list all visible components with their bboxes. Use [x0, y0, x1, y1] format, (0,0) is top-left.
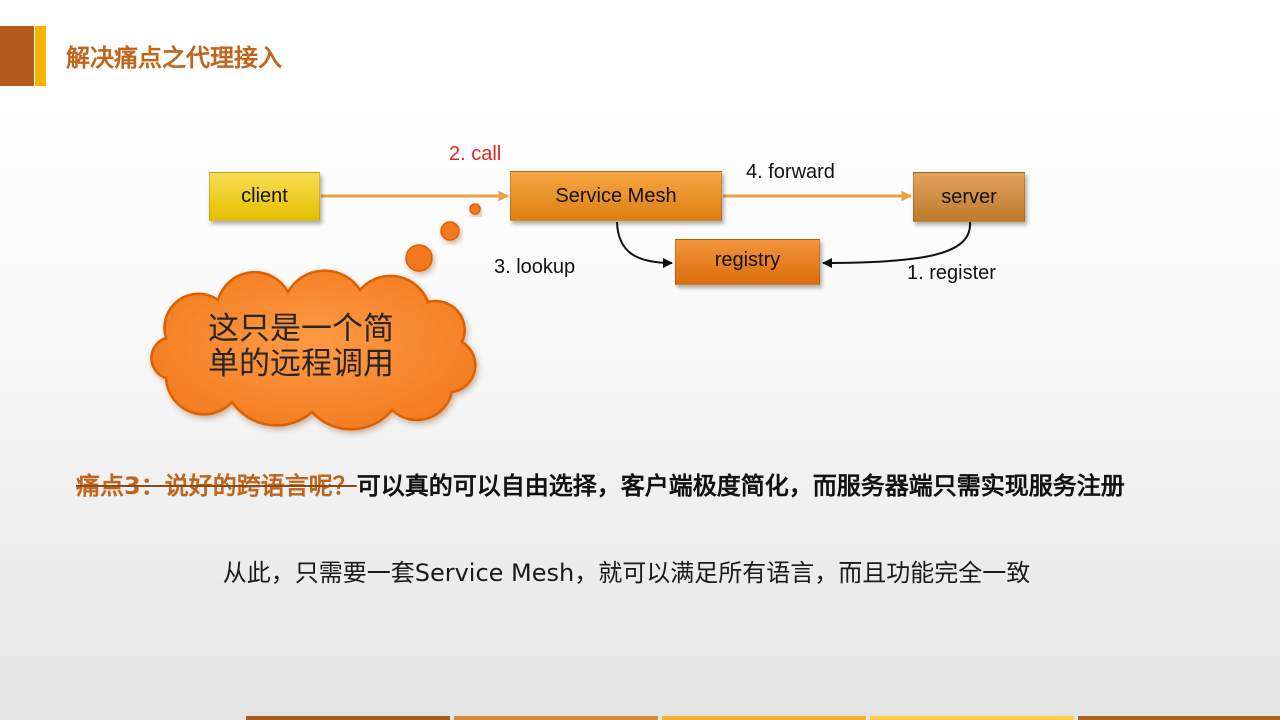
- lookup-label: 3. lookup: [494, 256, 576, 278]
- register-arrow: [822, 221, 972, 268]
- client-node: client: [209, 172, 320, 221]
- server-node: server: [913, 172, 1025, 222]
- pain-point-struck-text: 痛点3：说好的跨语言呢？: [76, 472, 357, 500]
- thought-bubble-large: [405, 244, 433, 272]
- slide: 解决痛点之代理接入 client Service Mesh server reg…: [0, 0, 1280, 720]
- pain-point-text: 可以真的可以自由选择，客户端极度简化，而服务器端只需实现服务注册: [356, 472, 1125, 500]
- pain-point-line: 痛点3：说好的跨语言呢？可以真的可以自由选择，客户端极度简化，而服务器端只需实现…: [76, 472, 1125, 500]
- callout-line: 单的远程调用: [208, 346, 394, 382]
- diagram-canvas: [150, 190, 972, 431]
- lookup-arrow: [616, 221, 673, 268]
- thought-bubble-small: [469, 203, 481, 215]
- callout-text: 这只是一个简 单的远程调用: [208, 312, 394, 382]
- register-label: 1. register: [907, 262, 996, 284]
- call-label: 2. call: [449, 143, 502, 165]
- callout-line: 这只是一个简: [208, 311, 394, 347]
- registry-node: registry: [675, 239, 820, 285]
- thought-bubble-medium: [440, 221, 460, 241]
- service-mesh-node: Service Mesh: [510, 171, 722, 221]
- forward-label: 4. forward: [746, 161, 835, 183]
- conclusion-text: 从此，只需要一套Service Mesh，就可以满足所有语言，而且功能完全一致: [222, 559, 1031, 587]
